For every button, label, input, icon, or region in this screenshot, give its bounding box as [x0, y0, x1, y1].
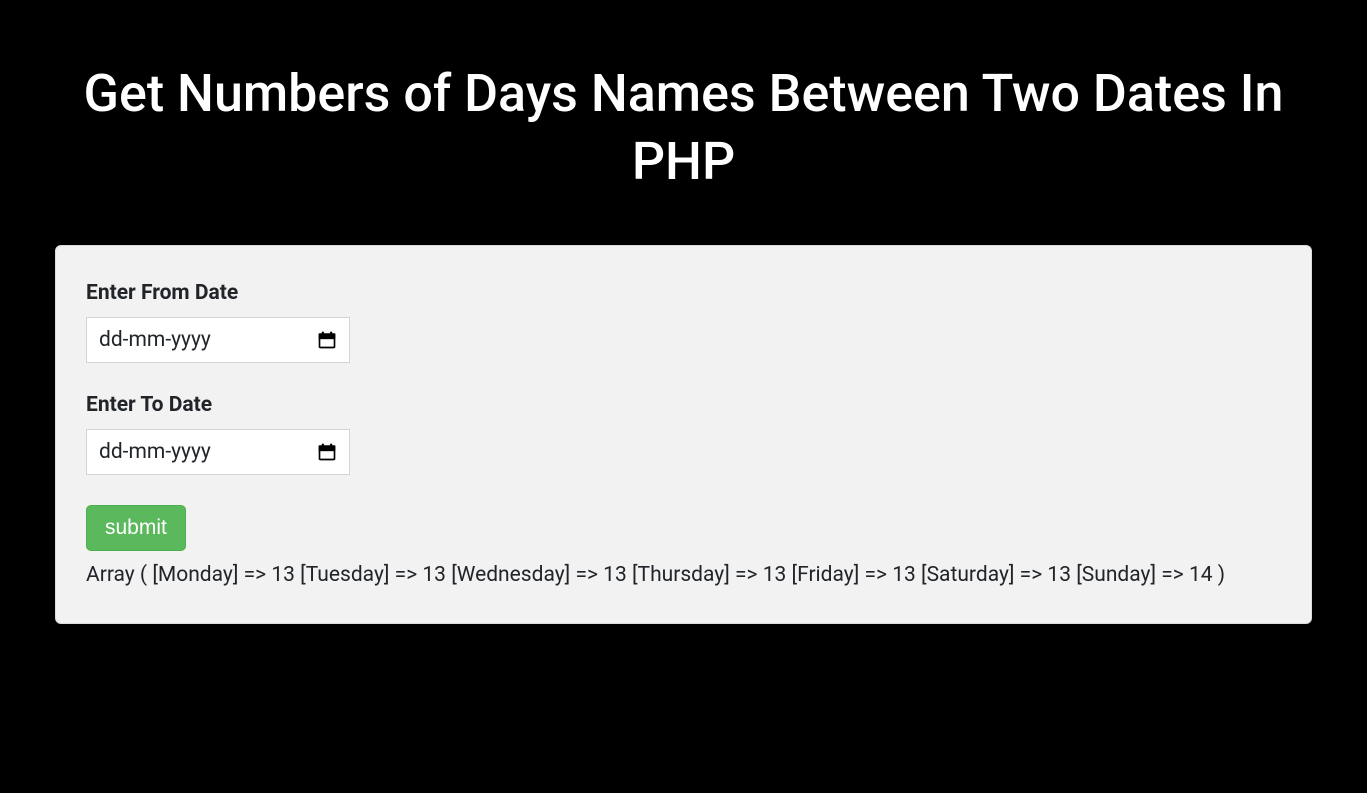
to-date-group: Enter To Date dd-mm-yyyy	[86, 393, 1281, 475]
to-date-label: Enter To Date	[86, 393, 1281, 417]
submit-button[interactable]: submit	[86, 505, 186, 551]
to-date-placeholder: dd-mm-yyyy	[99, 440, 317, 464]
to-date-input[interactable]: dd-mm-yyyy	[86, 429, 350, 475]
from-date-placeholder: dd-mm-yyyy	[99, 328, 317, 352]
from-date-label: Enter From Date	[86, 281, 1281, 305]
form-panel: Enter From Date dd-mm-yyyy Enter To Date…	[55, 245, 1312, 624]
calendar-icon[interactable]	[317, 330, 337, 350]
calendar-icon[interactable]	[317, 442, 337, 462]
page-title: Get Numbers of Days Names Between Two Da…	[55, 40, 1312, 215]
from-date-input[interactable]: dd-mm-yyyy	[86, 317, 350, 363]
from-date-group: Enter From Date dd-mm-yyyy	[86, 281, 1281, 363]
result-output: Array ( [Monday] => 13 [Tuesday] => 13 […	[86, 559, 1281, 593]
